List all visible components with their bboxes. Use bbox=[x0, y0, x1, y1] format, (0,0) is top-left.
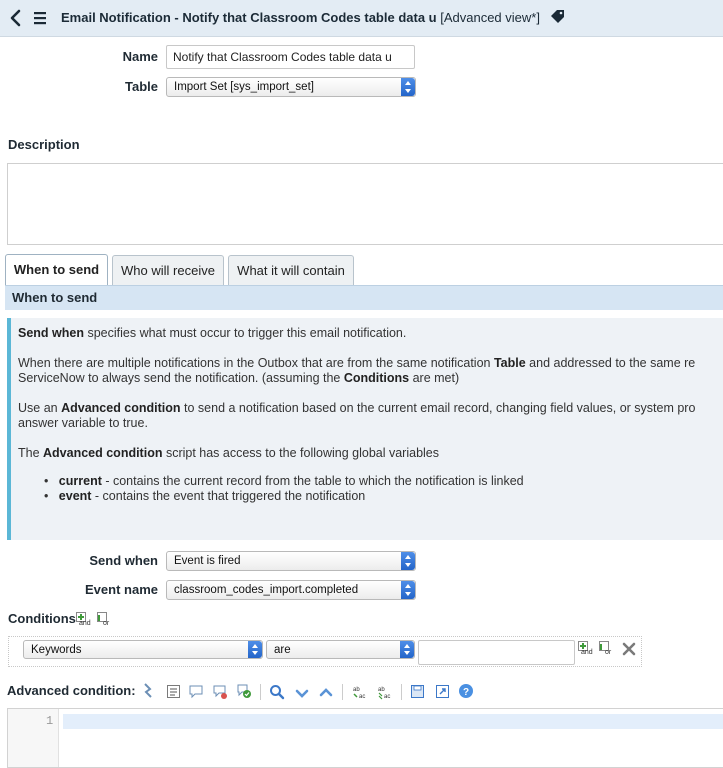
row-add-or-icon[interactable]: or bbox=[599, 641, 615, 657]
fullscreen-icon[interactable] bbox=[435, 684, 451, 700]
info-bullet-event: • event - contains the event that trigge… bbox=[44, 489, 366, 503]
send-when-select[interactable]: Event is fired bbox=[166, 551, 416, 571]
toolbar-divider bbox=[342, 684, 343, 700]
info-paragraph-3-line-2: answer variable to true. bbox=[18, 416, 148, 430]
event-name-arrow-icon bbox=[401, 581, 415, 599]
uncomment-icon[interactable] bbox=[212, 684, 228, 700]
view-indicator: [Advanced view*] bbox=[440, 10, 540, 25]
info-paragraph-3-line-1: Use an Advanced condition to send a noti… bbox=[18, 401, 696, 415]
hamburger-menu-icon[interactable] bbox=[32, 10, 48, 26]
condition-field-arrow-icon bbox=[248, 641, 262, 658]
svg-text:?: ? bbox=[463, 687, 469, 698]
name-label: Name bbox=[122, 49, 158, 64]
description-label: Description bbox=[8, 137, 80, 152]
toolbar-divider bbox=[260, 684, 261, 700]
condition-value-input[interactable] bbox=[418, 640, 575, 665]
find-previous-icon[interactable] bbox=[318, 685, 334, 701]
active-line-highlight bbox=[63, 714, 723, 729]
info-paragraph-1: Send when specifies what must occur to t… bbox=[18, 326, 407, 340]
find-next-icon[interactable] bbox=[294, 686, 310, 702]
table-select[interactable]: Import Set [sys_import_set] bbox=[166, 77, 416, 97]
row-and-label: and bbox=[581, 649, 593, 656]
table-label: Table bbox=[125, 79, 158, 94]
format-code-icon[interactable] bbox=[166, 684, 182, 700]
toolbar-divider bbox=[401, 684, 402, 700]
add-and-condition-icon[interactable]: and bbox=[76, 612, 92, 628]
event-name-label: Event name bbox=[85, 582, 158, 597]
name-input[interactable] bbox=[166, 45, 415, 69]
add-or-condition-icon[interactable]: or bbox=[97, 612, 113, 628]
condition-field-value: Keywords bbox=[31, 644, 82, 656]
help-icon[interactable]: ? bbox=[458, 683, 474, 699]
advanced-condition-label: Advanced condition: bbox=[7, 683, 136, 698]
or-label: or bbox=[103, 620, 110, 627]
line-number: 1 bbox=[46, 714, 54, 728]
info-paragraph-2-line-1: When there are multiple notifications in… bbox=[18, 356, 696, 370]
tab-who-will-receive[interactable]: Who will receive bbox=[112, 255, 224, 286]
description-textarea[interactable] bbox=[7, 163, 723, 245]
page-title-text: Email Notification - Notify that Classro… bbox=[61, 10, 437, 25]
section-title: When to send bbox=[12, 290, 98, 305]
svg-text:ab: ab bbox=[378, 687, 385, 693]
delete-condition-icon[interactable] bbox=[622, 642, 636, 656]
row-or-label: or bbox=[605, 649, 612, 656]
svg-text:ab: ab bbox=[353, 687, 360, 693]
table-select-value: Import Set [sys_import_set] bbox=[174, 81, 314, 93]
section-header: When to send bbox=[5, 285, 723, 310]
save-icon[interactable] bbox=[410, 684, 426, 700]
tag-icon[interactable] bbox=[550, 10, 565, 27]
info-paragraph-4: The Advanced condition script has access… bbox=[18, 446, 440, 460]
event-name-value: classroom_codes_import.completed bbox=[174, 584, 359, 596]
svg-text:ac: ac bbox=[359, 694, 365, 700]
back-icon[interactable] bbox=[8, 9, 24, 27]
send-when-value: Event is fired bbox=[174, 555, 241, 567]
info-paragraph-2-line-2: ServiceNow to always send the notificati… bbox=[18, 371, 460, 385]
condition-operator-arrow-icon bbox=[400, 641, 414, 658]
send-when-label: Send when bbox=[89, 553, 158, 568]
check-syntax-icon[interactable] bbox=[236, 683, 252, 699]
tab-what-it-will-contain[interactable]: What it will contain bbox=[228, 255, 354, 286]
and-label: and bbox=[79, 620, 91, 627]
send-when-arrow-icon bbox=[401, 552, 415, 570]
event-name-select[interactable]: classroom_codes_import.completed bbox=[166, 580, 416, 600]
condition-field-select[interactable]: Keywords bbox=[23, 640, 263, 659]
svg-text:ac: ac bbox=[384, 694, 390, 700]
advanced-condition-editor[interactable]: 1 bbox=[7, 708, 723, 768]
info-bullet-current: • current - contains the current record … bbox=[44, 474, 524, 488]
condition-operator-select[interactable]: are bbox=[266, 640, 415, 659]
comment-icon[interactable] bbox=[188, 684, 204, 700]
replace-icon[interactable]: ab ac bbox=[352, 684, 368, 700]
page-title: Email Notification - Notify that Classro… bbox=[61, 10, 565, 27]
tab-when-to-send[interactable]: When to send bbox=[5, 254, 108, 286]
table-select-arrow-icon bbox=[401, 78, 415, 96]
replace-all-icon[interactable]: ab ac bbox=[377, 684, 393, 700]
row-add-and-icon[interactable]: and bbox=[578, 641, 594, 657]
script-assist-icon[interactable] bbox=[140, 683, 156, 699]
condition-operator-value: are bbox=[274, 644, 291, 656]
conditions-label: Conditions bbox=[8, 611, 76, 626]
search-icon[interactable] bbox=[269, 684, 285, 700]
